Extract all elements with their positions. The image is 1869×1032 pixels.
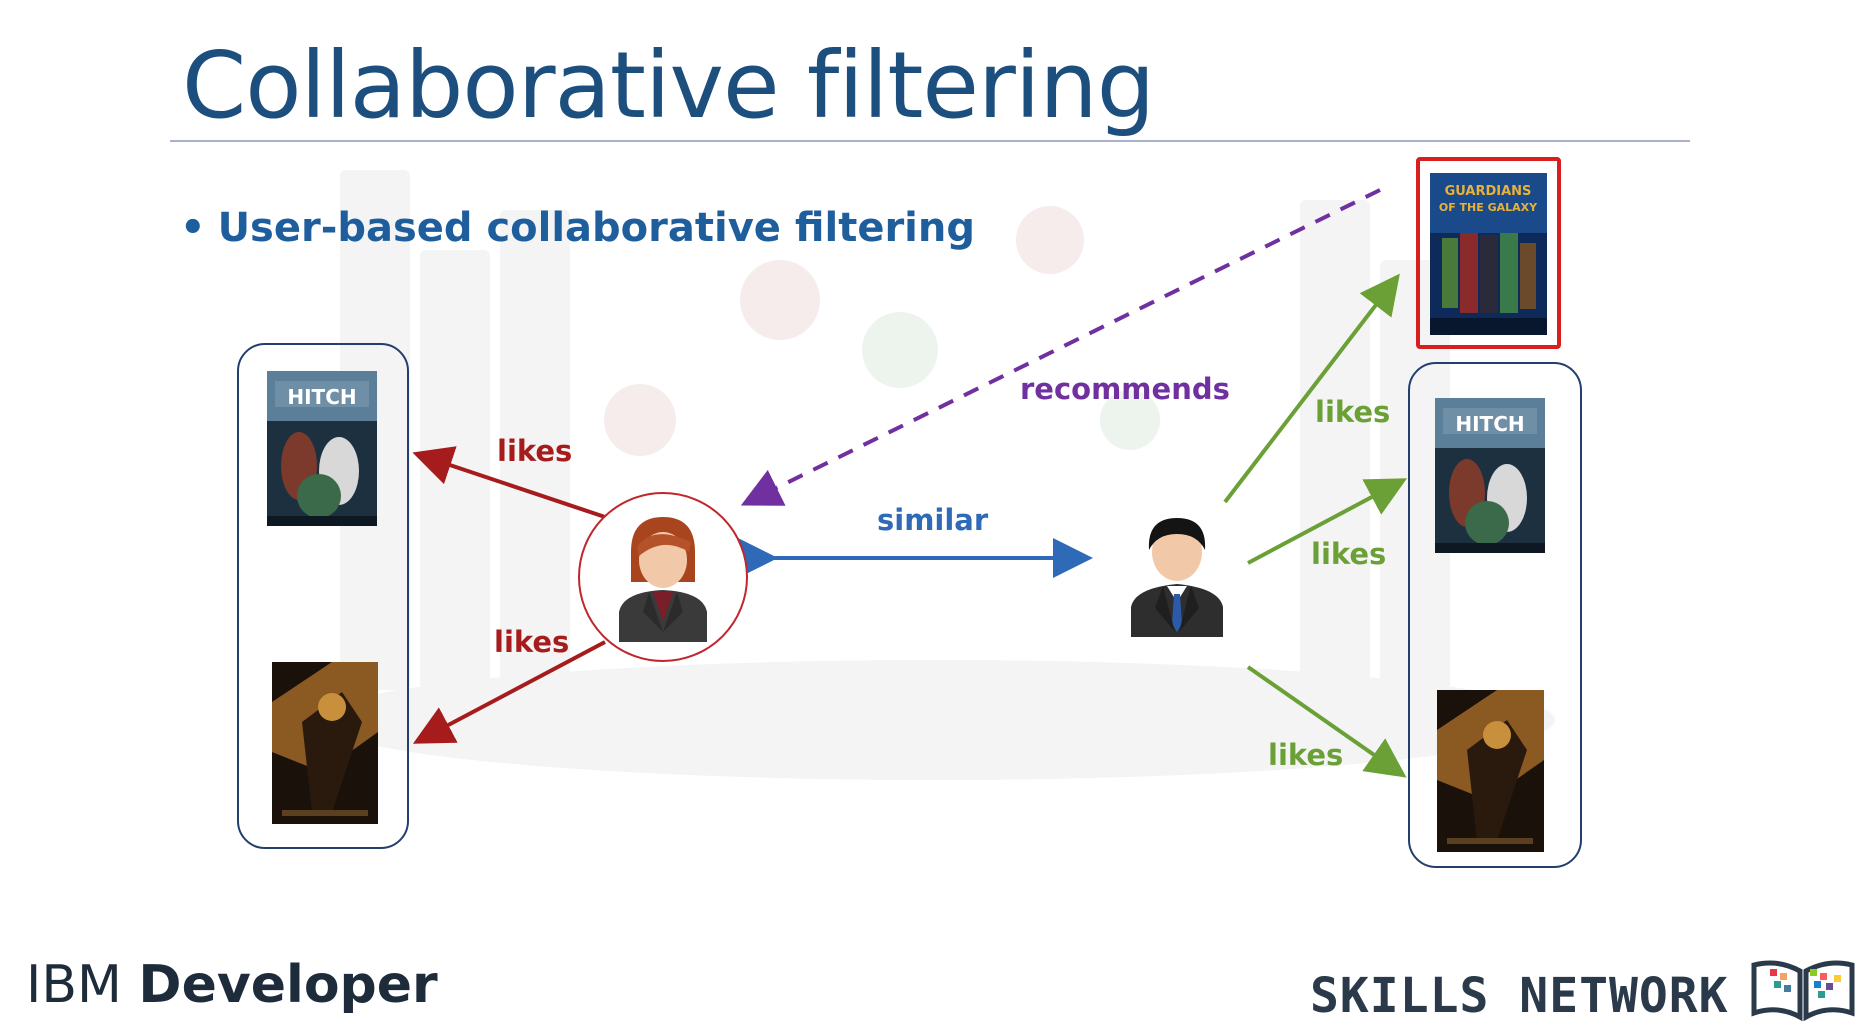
similar-label: similar xyxy=(877,503,989,537)
ibm-developer-logo: IBM Developer xyxy=(26,955,438,1015)
developer-text: Developer xyxy=(138,955,438,1015)
likes-label-right-top: likes xyxy=(1315,395,1391,429)
woman-user-icon xyxy=(619,517,707,642)
poster-hitchhikers-left: HITCH xyxy=(267,371,377,526)
poster-batman-left xyxy=(272,662,378,824)
poster-batman-right xyxy=(1437,690,1544,852)
svg-text:HITCH: HITCH xyxy=(1455,412,1524,436)
likes-label-right-bottom: likes xyxy=(1268,738,1344,772)
svg-text:OF THE GALAXY: OF THE GALAXY xyxy=(1439,201,1538,214)
poster-hitchhikers-right: HITCH xyxy=(1435,398,1545,553)
recommends-arrow xyxy=(740,188,1381,506)
man-user-icon xyxy=(1131,518,1223,637)
likes-label-left-bottom: likes xyxy=(494,625,570,659)
poster-guardians: GUARDIANS OF THE GALAXY xyxy=(1430,173,1547,335)
skills-network-wordmark: SKILLS NETWORK xyxy=(1310,968,1729,1024)
ibm-text: IBM xyxy=(26,955,122,1015)
likes-arrow-right-top xyxy=(1223,273,1400,504)
svg-text:HITCH: HITCH xyxy=(287,385,356,409)
woman-user-node xyxy=(578,492,748,662)
skills-network-book-icon xyxy=(1751,960,1855,1022)
likes-label-right-middle: likes xyxy=(1311,537,1387,571)
svg-text:GUARDIANS: GUARDIANS xyxy=(1445,184,1532,199)
likes-label-left-top: likes xyxy=(497,434,573,468)
recommends-label: recommends xyxy=(1020,372,1230,406)
